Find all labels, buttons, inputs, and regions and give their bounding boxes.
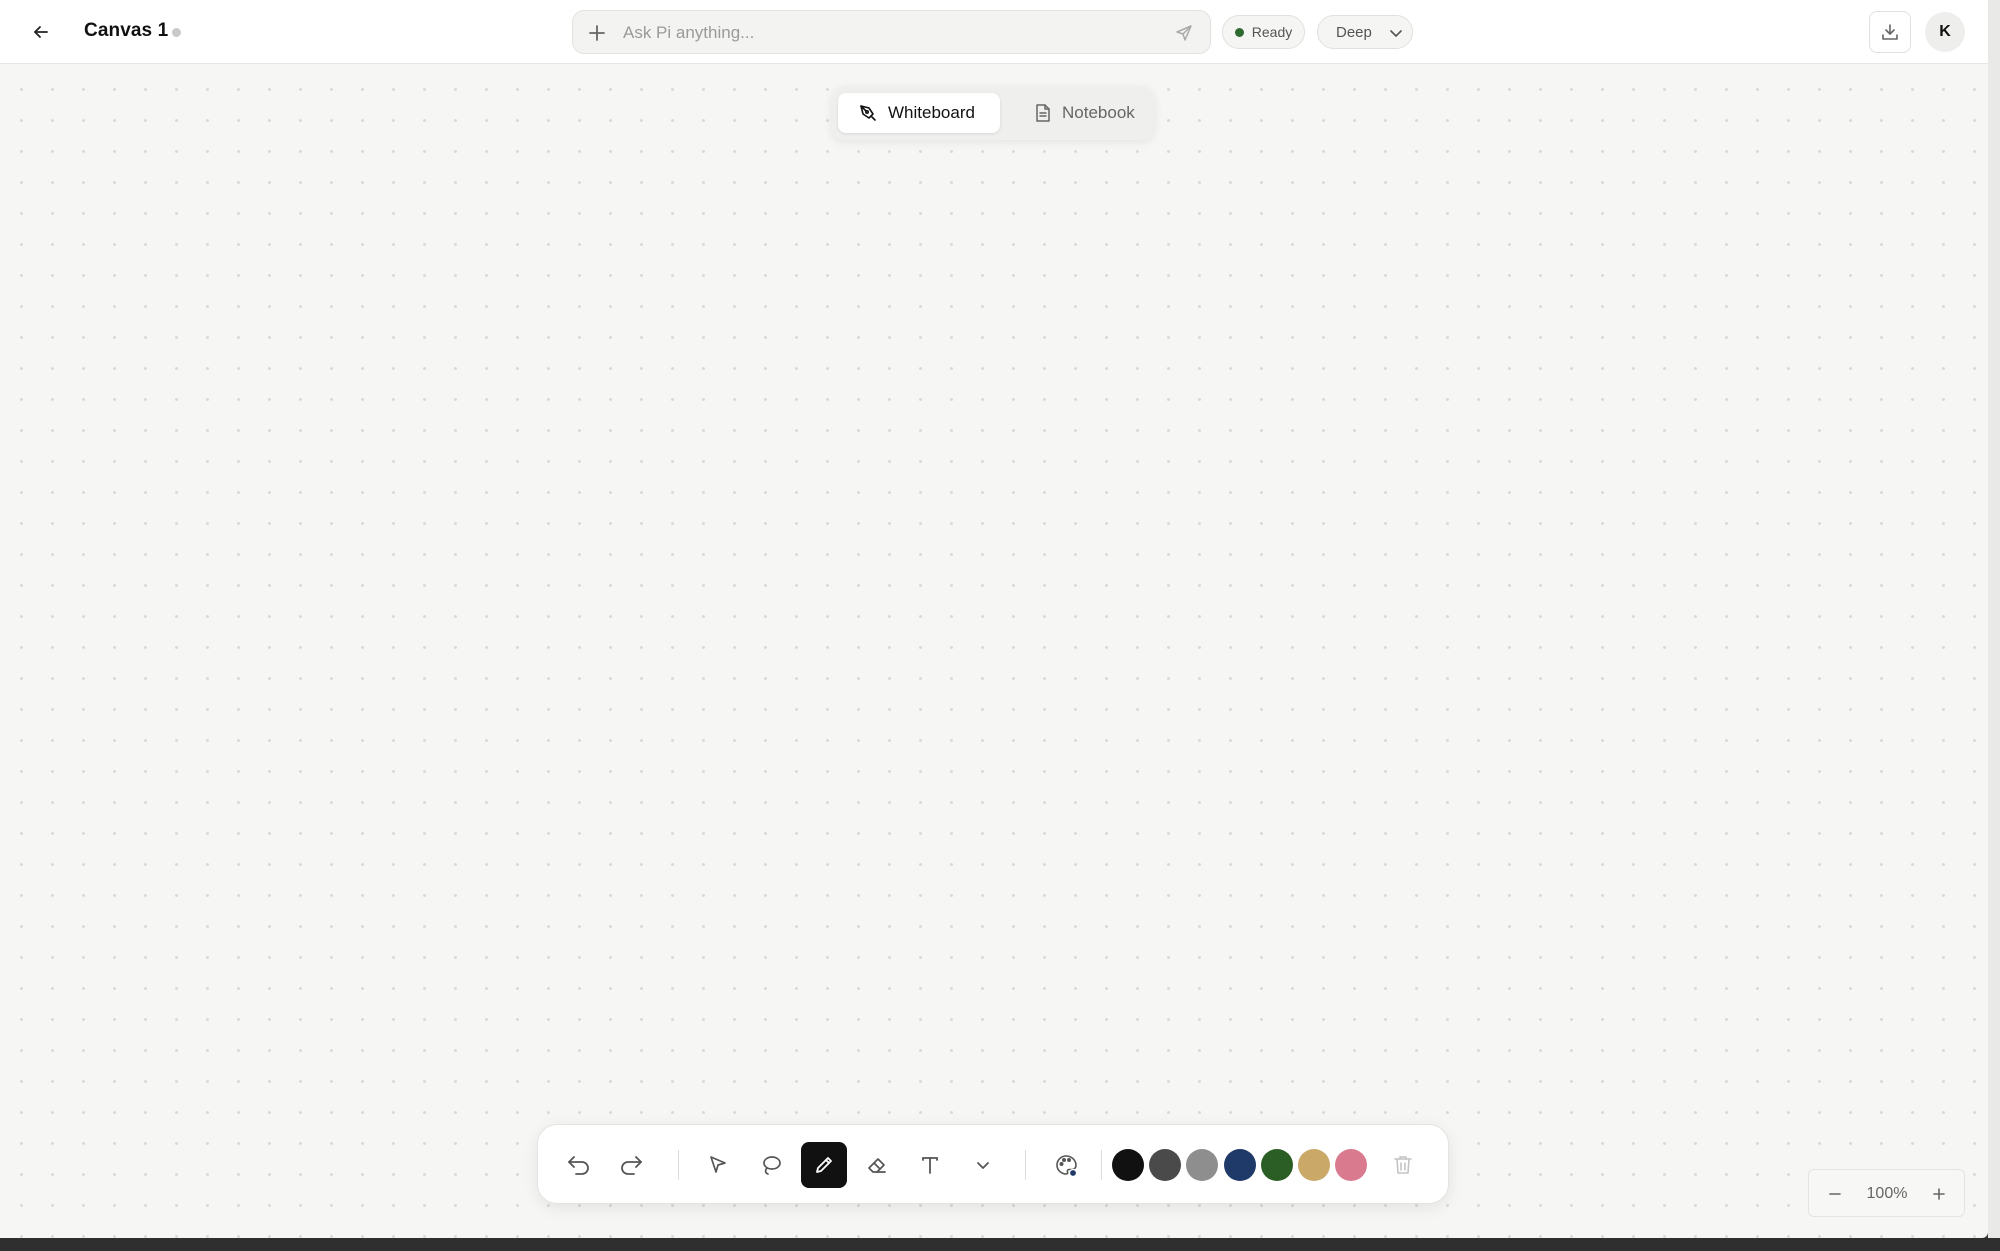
palette-button[interactable] [1043,1142,1089,1188]
drawing-toolbar [537,1124,1449,1204]
plus-icon [1933,1188,1945,1200]
pen-tool[interactable] [801,1142,847,1188]
toolbar-divider [1101,1150,1102,1180]
undo-icon [568,1156,589,1175]
tab-notebook-label: Notebook [1062,103,1135,122]
pen-tool-icon [860,105,876,121]
zoom-out-button[interactable] [1823,1182,1847,1206]
download-icon [1882,24,1898,40]
mode-dropdown[interactable]: Deep [1317,15,1413,49]
document-icon [1036,104,1050,122]
plus-icon[interactable] [585,21,609,45]
ask-bar [572,10,1211,54]
ask-input[interactable] [621,17,1145,49]
color-swatch-black[interactable] [1112,1149,1144,1181]
chevron-down-icon [977,1162,989,1169]
lasso-tool[interactable] [748,1142,794,1188]
pencil-icon [816,1157,832,1173]
window-edge [1988,0,2000,1251]
status-label: Ready [1251,24,1293,40]
arrow-left-icon [34,26,48,38]
status-dot [1234,27,1244,37]
mode-label: Deep [1336,24,1372,41]
eraser-icon [868,1158,886,1173]
send-icon[interactable] [1172,21,1196,45]
color-swatch-dark-gray[interactable] [1149,1149,1181,1181]
eraser-tool[interactable] [854,1142,900,1188]
avatar[interactable]: K [1925,12,1965,52]
window-edge [0,1238,2000,1251]
back-button[interactable] [24,16,58,48]
palette-icon [1056,1155,1078,1178]
color-swatch-gray[interactable] [1186,1149,1218,1181]
canvas-title[interactable]: Canvas 1 [84,20,168,42]
minus-icon [1829,1193,1841,1195]
text-tool[interactable] [907,1142,953,1188]
redo-icon [621,1156,642,1175]
tab-whiteboard-label: Whiteboard [888,103,975,122]
canvas-area[interactable]: Canvas 1 Ready Deep K [0,0,1988,1238]
cursor-icon [710,1156,726,1173]
text-icon [922,1157,938,1174]
toolbar-divider [1025,1150,1026,1180]
top-bar: Canvas 1 Ready Deep K [0,0,1988,64]
status-badge: Ready [1222,15,1305,49]
tab-whiteboard[interactable]: Whiteboard [838,93,1000,133]
undo-button[interactable] [556,1142,602,1188]
select-tool[interactable] [695,1142,741,1188]
more-tools-button[interactable] [960,1142,1006,1188]
view-switcher: Whiteboard Notebook [832,87,1154,140]
trash-icon [1394,1156,1412,1174]
color-swatch-pink[interactable] [1335,1149,1367,1181]
zoom-in-button[interactable] [1927,1182,1951,1206]
download-button[interactable] [1869,11,1911,53]
color-swatch-green[interactable] [1261,1149,1293,1181]
lasso-icon [763,1156,781,1175]
redo-button[interactable] [608,1142,654,1188]
chevron-down-icon [1390,30,1402,37]
zoom-level: 100% [1866,1185,1908,1202]
save-status-dot [172,28,181,37]
color-swatch-navy[interactable] [1224,1149,1256,1181]
toolbar-divider [678,1150,679,1180]
zoom-controls: 100% [1808,1169,1965,1217]
tab-notebook[interactable]: Notebook [1022,93,1148,133]
clear-canvas-button[interactable] [1380,1142,1426,1188]
color-swatch-gold[interactable] [1298,1149,1330,1181]
